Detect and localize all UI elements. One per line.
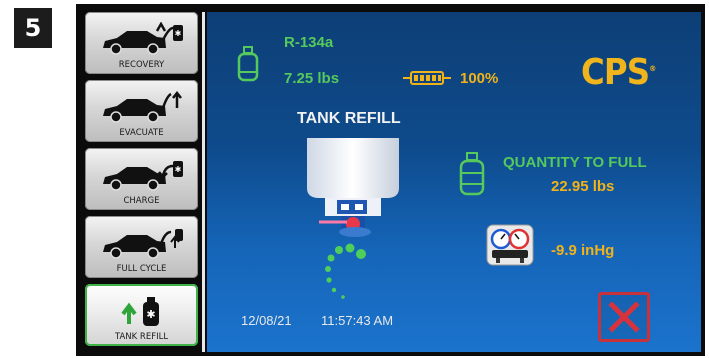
car-recovery-icon: ✱ <box>103 22 183 55</box>
svg-text:✱: ✱ <box>175 165 182 174</box>
battery-icon <box>403 71 451 85</box>
refrigerant-type: R-134a <box>284 34 334 51</box>
cps-logo: CPS® <box>581 52 656 93</box>
gauge-manifold-icon <box>486 224 534 266</box>
divider <box>202 12 205 352</box>
battery-percent: 100% <box>460 70 499 87</box>
quantity-tank-icon <box>459 152 485 196</box>
tank-illustration <box>307 138 399 237</box>
sidebar-item-label: RECOVERY <box>118 60 165 70</box>
sidebar-item-label: EVACUATE <box>119 128 164 138</box>
tank-refill-icon: ✱ <box>121 297 159 326</box>
main-screen: R-134a 7.25 lbs 100% CPS® TANK REFILL QU… <box>207 12 701 352</box>
cancel-button[interactable] <box>598 292 650 342</box>
refrigerant-tank-icon <box>237 46 259 82</box>
svg-text:✱: ✱ <box>175 29 182 38</box>
page-title: TANK REFILL <box>297 110 401 127</box>
svg-text:✱: ✱ <box>146 309 155 321</box>
close-icon <box>608 301 640 333</box>
sidebar-item-recovery[interactable]: ✱ RECOVERY <box>85 12 198 74</box>
sidebar: ✱ RECOVERY EVACUATE ✱ CHARGE FULL CYCLE … <box>76 4 202 356</box>
brand-text: CPS <box>581 52 650 93</box>
sidebar-item-label: TANK REFILL <box>114 332 169 342</box>
pressure-value: -9.9 inHg <box>551 242 615 259</box>
step-number-badge: 5 <box>14 8 52 48</box>
car-charge-icon: ✱ <box>103 161 183 191</box>
car-full-cycle-icon <box>103 229 183 259</box>
quantity-label: QUANTITY TO FULL <box>503 154 647 171</box>
sidebar-item-evacuate[interactable]: EVACUATE <box>85 80 198 142</box>
sidebar-item-label: CHARGE <box>123 196 160 206</box>
sidebar-item-label: FULL CYCLE <box>116 264 167 274</box>
sidebar-item-tank-refill[interactable]: ✱ TANK REFILL <box>85 284 198 346</box>
car-evacuate-icon <box>103 90 182 123</box>
device-frame: ✱ RECOVERY EVACUATE ✱ CHARGE FULL CYCLE … <box>76 4 705 356</box>
sidebar-item-charge[interactable]: ✱ CHARGE <box>85 148 198 210</box>
quantity-value: 22.95 lbs <box>551 178 615 195</box>
current-date: 12/08/21 <box>241 313 292 328</box>
loading-spinner-icon <box>325 243 366 299</box>
current-time: 11:57:43 AM <box>321 313 394 328</box>
sidebar-item-full-cycle[interactable]: FULL CYCLE <box>85 216 198 278</box>
tank-weight: 7.25 lbs <box>284 70 340 87</box>
